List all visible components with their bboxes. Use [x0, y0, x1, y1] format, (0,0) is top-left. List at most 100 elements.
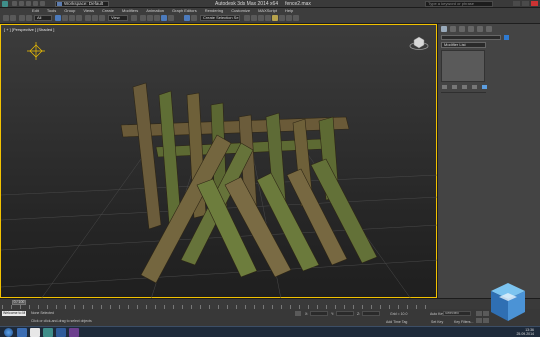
system-clock[interactable]: 13:36 25.09.2014	[516, 328, 534, 336]
create-tab-icon[interactable]	[441, 26, 447, 32]
add-time-tag-button[interactable]: Add Time Tag	[386, 320, 407, 324]
move-icon[interactable]	[85, 15, 91, 21]
align-icon[interactable]	[191, 15, 197, 21]
minimize-button[interactable]	[513, 1, 520, 6]
photoshop-icon[interactable]	[56, 328, 66, 337]
3dsmax-logo-icon[interactable]	[2, 1, 8, 7]
utilities-tab-icon[interactable]	[486, 26, 492, 32]
chrome-icon[interactable]	[30, 328, 40, 337]
menu-tools[interactable]: Tools	[43, 8, 60, 13]
mirror-icon[interactable]	[184, 15, 190, 21]
key-mode-dropdown[interactable]: Selected	[443, 311, 471, 316]
edit-named-sets-icon[interactable]	[168, 15, 174, 21]
selection-filter-dropdown[interactable]: All	[34, 15, 52, 21]
menu-bar: Edit Tools Group Views Create Modifiers …	[0, 8, 540, 13]
graphite-ribbon-icon[interactable]	[251, 15, 257, 21]
go-to-start-icon[interactable]	[476, 311, 482, 316]
x-coordinate-field[interactable]	[310, 311, 328, 316]
object-color-swatch[interactable]	[504, 35, 509, 40]
angle-snap-icon[interactable]	[147, 15, 153, 21]
new-file-icon[interactable]	[12, 1, 17, 6]
undo-icon[interactable]	[33, 1, 38, 6]
scale-icon[interactable]	[99, 15, 105, 21]
material-editor-icon[interactable]	[272, 15, 278, 21]
render-setup-icon[interactable]	[279, 15, 285, 21]
modify-tab-icon[interactable]	[450, 26, 456, 32]
object-name-field[interactable]	[441, 35, 501, 40]
key-filters-button[interactable]: Key Filters...	[454, 320, 473, 324]
spinner-snap-icon[interactable]	[161, 15, 167, 21]
link-icon[interactable]	[19, 15, 25, 21]
select-by-name-icon[interactable]	[62, 15, 68, 21]
select-object-icon[interactable]	[55, 15, 61, 21]
window-crossing-icon[interactable]	[76, 15, 82, 21]
play-icon[interactable]	[476, 318, 482, 323]
modifier-stack[interactable]	[441, 50, 485, 82]
redo-tool-icon[interactable]	[10, 15, 16, 21]
x-label: X:	[305, 312, 309, 316]
remove-modifier-icon[interactable]	[472, 85, 477, 89]
save-file-icon[interactable]	[26, 1, 31, 6]
perspective-viewport[interactable]: [ + ] [Perspective ] [Shaded ]	[0, 24, 438, 299]
y-coordinate-field[interactable]	[336, 311, 354, 316]
set-key-button[interactable]: Set Key	[431, 320, 443, 324]
viewport-label[interactable]: [ + ] [Perspective ] [Shaded ]	[4, 27, 54, 32]
command-panel-tabs	[441, 26, 492, 32]
explorer-icon[interactable]	[17, 328, 27, 337]
status-bar: Welcome to M None Selected Click or clic…	[0, 309, 540, 326]
tool-row: All View Create Selection Se	[0, 14, 540, 23]
pin-stack-icon[interactable]	[442, 85, 447, 89]
reference-coordinate-dropdown[interactable]: View	[108, 15, 128, 21]
named-selection-dropdown[interactable]: Create Selection Se	[200, 15, 240, 21]
menu-rendering[interactable]: Rendering	[201, 8, 227, 13]
viewcube-icon[interactable]	[409, 35, 429, 51]
snap-toggle-icon[interactable]	[140, 15, 146, 21]
window-title: Autodesk 3ds Max 2014 x64 fence2.max	[215, 1, 311, 7]
prompt-line: Click or click-and-drag to select object…	[31, 319, 92, 323]
light-helper-icon	[27, 42, 45, 60]
undo-tool-icon[interactable]	[3, 15, 9, 21]
menu-animation[interactable]: Animation	[142, 8, 168, 13]
render-production-icon[interactable]	[293, 15, 299, 21]
workspace-dropdown[interactable]: Workspace: Default	[55, 1, 109, 7]
redo-icon[interactable]	[40, 1, 45, 6]
menu-create[interactable]: Create	[98, 8, 118, 13]
percent-snap-icon[interactable]	[154, 15, 160, 21]
premiere-icon[interactable]	[69, 328, 79, 337]
show-end-result-icon[interactable]	[452, 85, 457, 89]
pivot-center-icon[interactable]	[131, 15, 137, 21]
z-coordinate-field[interactable]	[362, 311, 380, 316]
menu-customize[interactable]: Customize	[227, 8, 254, 13]
hierarchy-tab-icon[interactable]	[459, 26, 465, 32]
rectangular-selection-icon[interactable]	[69, 15, 75, 21]
close-button[interactable]	[531, 1, 538, 6]
rotate-icon[interactable]	[92, 15, 98, 21]
menu-edit[interactable]: Edit	[28, 8, 43, 13]
curve-editor-icon[interactable]	[258, 15, 264, 21]
grid-size: Grid = 10.0	[390, 312, 408, 316]
start-button-icon[interactable]	[4, 328, 13, 337]
maximize-button[interactable]	[522, 1, 529, 6]
layer-manager-icon[interactable]	[244, 15, 250, 21]
workspace-icon	[57, 2, 62, 6]
lock-selection-icon[interactable]	[295, 311, 301, 316]
menu-views[interactable]: Views	[79, 8, 98, 13]
schematic-view-icon[interactable]	[265, 15, 271, 21]
window-controls	[513, 1, 538, 6]
maxscript-listener[interactable]: Welcome to M	[2, 311, 26, 316]
configure-modifier-sets-icon[interactable]	[482, 85, 487, 89]
menu-modifiers[interactable]: Modifiers	[118, 8, 142, 13]
menu-group[interactable]: Group	[60, 8, 79, 13]
open-file-icon[interactable]	[19, 1, 24, 6]
menu-help[interactable]: Help	[281, 8, 297, 13]
make-unique-icon[interactable]	[462, 85, 467, 89]
motion-tab-icon[interactable]	[468, 26, 474, 32]
3dsmax-taskbar-icon[interactable]	[43, 328, 53, 337]
display-tab-icon[interactable]	[477, 26, 483, 32]
unlink-icon[interactable]	[26, 15, 32, 21]
rendered-frame-window-icon[interactable]	[286, 15, 292, 21]
menu-maxscript[interactable]: MAXScript	[254, 8, 281, 13]
search-input[interactable]: Type a keyword or phrase	[425, 1, 493, 7]
menu-graph-editors[interactable]: Graph Editors	[168, 8, 201, 13]
modifier-list-dropdown[interactable]: Modifier List	[441, 42, 486, 48]
